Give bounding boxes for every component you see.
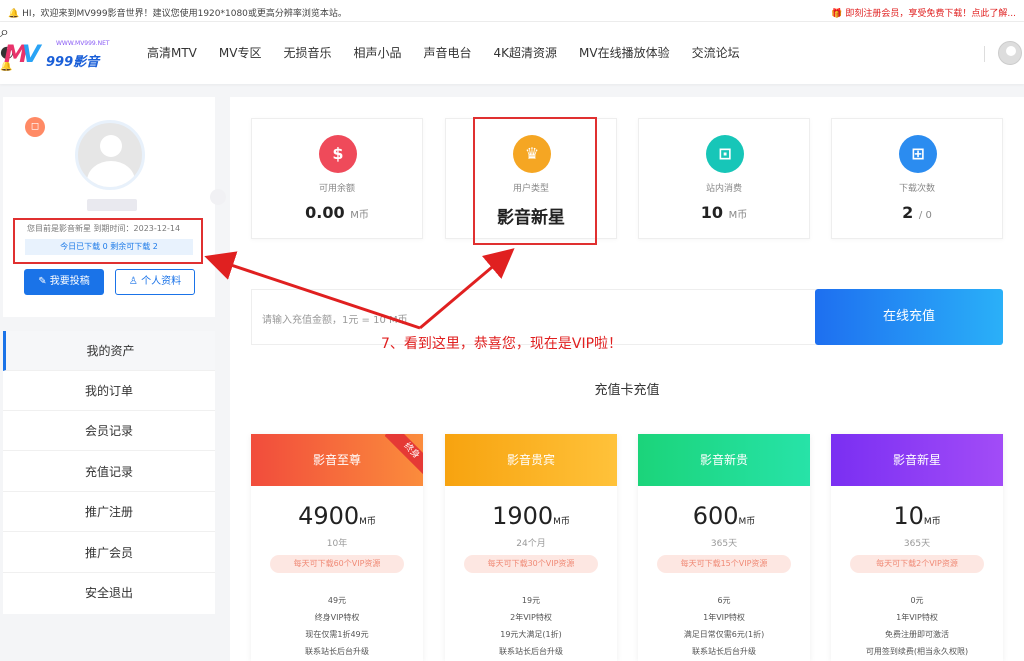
level-badge-icon: ◻: [25, 117, 45, 137]
sidebar-item-member-records[interactable]: 会员记录: [3, 411, 215, 451]
plan-card-vip-guest[interactable]: 影音贵宾 1900M币 24个月 每天可下载30个VIP资源 19元 2年VIP…: [445, 434, 617, 661]
plan-card-feature: 联系站长后台升级: [305, 647, 369, 656]
submit-content-button[interactable]: ✎ 我要投稿: [24, 269, 104, 295]
stat-balance-value: 0.00 M币: [305, 203, 369, 222]
profile-card: ◻ 您目前是影音新星 到期时间：2023-12-14 今日已下载 0 剩余可下载…: [3, 97, 226, 317]
plan-card-name: 影音新贵: [638, 434, 810, 486]
profile-info-button[interactable]: ♙ 个人资料: [115, 269, 195, 295]
nav-divider: [984, 46, 985, 62]
plan-card-feature: 19元大满足(1折): [500, 630, 562, 639]
nav-item-radio[interactable]: 声音电台: [424, 22, 472, 84]
username-redacted: [87, 199, 137, 211]
plan-card-new-noble[interactable]: 影音新贵 600M币 365天 每天可下载15个VIP资源 6元 1年VIP特权…: [638, 434, 810, 661]
stat-downloads-label: 下载次数: [898, 184, 935, 194]
plan-card-feature: 1年VIP特权: [896, 613, 938, 622]
gift-icon: ⊞: [899, 135, 937, 173]
vip-status-box: 您目前是影音新星 到期时间：2023-12-14 今日已下载 0 剩余可下载 2: [13, 218, 203, 264]
plan-card-feature: 2年VIP特权: [510, 613, 552, 622]
stat-balance-label: 可用余额: [318, 184, 355, 194]
online-recharge-button[interactable]: 在线充值: [815, 289, 1003, 345]
lifetime-ribbon: 终身: [385, 434, 423, 480]
account-menu: 我的资产 我的订单 会员记录 充值记录 推广注册 推广会员 安全退出: [3, 331, 215, 614]
vip-expiry-text: 您目前是影音新星 到期时间：2023-12-14: [27, 224, 181, 233]
nav-item-crosstalk[interactable]: 相声小品: [354, 22, 402, 84]
top-notice-bar: 🔔 HI，欢迎来到MV999影音世界！建议您使用1920*1080或更高分辨率浏…: [0, 0, 1024, 22]
plan-card-price: 4900M币: [298, 502, 376, 530]
download-quota: 今日已下载 0 剩余可下载 2: [25, 239, 193, 255]
plan-card-feature: 可用签到续费(相当永久权限): [865, 647, 969, 656]
plan-card-feature: 现在仅需1折49元: [305, 630, 369, 639]
nav-item-lossless[interactable]: 无损音乐: [283, 22, 331, 84]
stat-spending-label: 站内消费: [705, 184, 742, 194]
sidebar-item-referral-members[interactable]: 推广会员: [3, 533, 215, 573]
register-promo-link[interactable]: 🎁 即刻注册会员，享受免费下载！点此了解...: [831, 6, 1016, 19]
stat-balance: $ 可用余额 0.00 M币: [251, 118, 423, 239]
plan-card-term: 365天: [903, 539, 931, 549]
plan-card-feature: 联系站长后台升级: [692, 647, 756, 656]
sidebar-item-referral-register[interactable]: 推广注册: [3, 492, 215, 532]
plan-card-price: 600M币: [692, 502, 756, 530]
plan-card-feature: 1年VIP特权: [703, 613, 745, 622]
stat-downloads-value: 2 / 0: [902, 203, 932, 222]
submit-content-label: 我要投稿: [49, 276, 90, 287]
card-recharge-title: 充值卡充值: [594, 383, 660, 398]
plan-card-name: 影音贵宾: [445, 434, 617, 486]
plan-card-feature: 免费注册即可激活: [885, 630, 949, 639]
logo-url: WWW.MV999.NET: [56, 40, 110, 47]
plan-card-feature: 49元: [327, 596, 347, 605]
sidebar-item-recharge-records[interactable]: 充值记录: [3, 452, 215, 492]
plan-card-daily: 每天可下载2个VIP资源: [850, 555, 984, 573]
main-navigation: M V WWW.MV999.NET 999影音 高清MTV MV专区 无损音乐 …: [0, 22, 1024, 84]
plan-card-feature: 联系站长后台升级: [499, 647, 563, 656]
tutorial-annotation: 7、看到这里，恭喜您，现在是VIP啦！: [381, 336, 623, 352]
logo-text: 999影音: [46, 55, 100, 70]
user-type-highlight-box: [473, 117, 597, 245]
greeting-text: 🔔 HI，欢迎来到MV999影音世界！建议您使用1920*1080或更高分辨率浏…: [8, 9, 347, 19]
sidebar-item-assets[interactable]: 我的资产: [3, 331, 215, 371]
money-bag-icon: $: [319, 135, 357, 173]
stat-downloads: ⊞ 下载次数 2 / 0: [831, 118, 1003, 239]
sidebar-item-orders[interactable]: 我的订单: [3, 371, 215, 411]
plan-card-daily: 每天可下载60个VIP资源: [270, 555, 404, 573]
nav-item-mv[interactable]: MV专区: [219, 22, 262, 84]
sidebar-toggle-knob[interactable]: [210, 189, 226, 205]
plan-card-term: 365天: [710, 539, 738, 549]
plan-card-feature: 满足日常仅需6元(1折): [683, 630, 765, 639]
nav-item-online-play[interactable]: MV在线播放体验: [579, 22, 670, 84]
plan-card-feature: 19元: [521, 596, 541, 605]
plan-card-new-star[interactable]: 影音新星 10M币 365天 每天可下载2个VIP资源 0元 1年VIP特权 免…: [831, 434, 1003, 661]
plan-card-feature: 终身VIP特权: [314, 613, 360, 622]
plan-card-feature: 0元: [910, 596, 924, 605]
stat-spending: ⊡ 站内消费 10 M币: [638, 118, 810, 239]
profile-avatar[interactable]: [75, 120, 145, 190]
user-avatar[interactable]: [998, 41, 1022, 65]
nav-item-forum[interactable]: 交流论坛: [692, 22, 740, 84]
nav-item-4k[interactable]: 4K超清资源: [494, 22, 558, 84]
nav-menu: 高清MTV MV专区 无损音乐 相声小品 声音电台 4K超清资源 MV在线播放体…: [147, 22, 762, 84]
profile-info-label: 个人资料: [141, 276, 182, 287]
sidebar-item-logout[interactable]: 安全退出: [3, 573, 215, 613]
site-logo[interactable]: M V WWW.MV999.NET 999影音: [4, 38, 114, 72]
plan-card-daily: 每天可下载30个VIP资源: [464, 555, 598, 573]
plan-card-term: 24个月: [516, 539, 546, 549]
stat-spending-value: 10 M币: [700, 203, 748, 222]
nav-item-hd-mtv[interactable]: 高清MTV: [147, 22, 197, 84]
cart-icon: ⊡: [706, 135, 744, 173]
plan-card-price: 10M币: [893, 502, 941, 530]
logo-mark-v: V: [22, 40, 41, 68]
plan-card-price: 1900M币: [492, 502, 570, 530]
plan-card-feature: 6元: [717, 596, 731, 605]
plan-card-supreme[interactable]: 影音至尊 终身 4900M币 10年 每天可下载60个VIP资源 49元 终身V…: [251, 434, 423, 661]
plan-card-term: 10年: [326, 539, 348, 549]
assets-panel: $ 可用余额 0.00 M币 ♛ 用户类型 影音新星 ⊡ 站内消费 10 M币 …: [230, 97, 1024, 661]
plan-card-daily: 每天可下载15个VIP资源: [657, 555, 791, 573]
plan-card-name: 影音新星: [831, 434, 1003, 486]
